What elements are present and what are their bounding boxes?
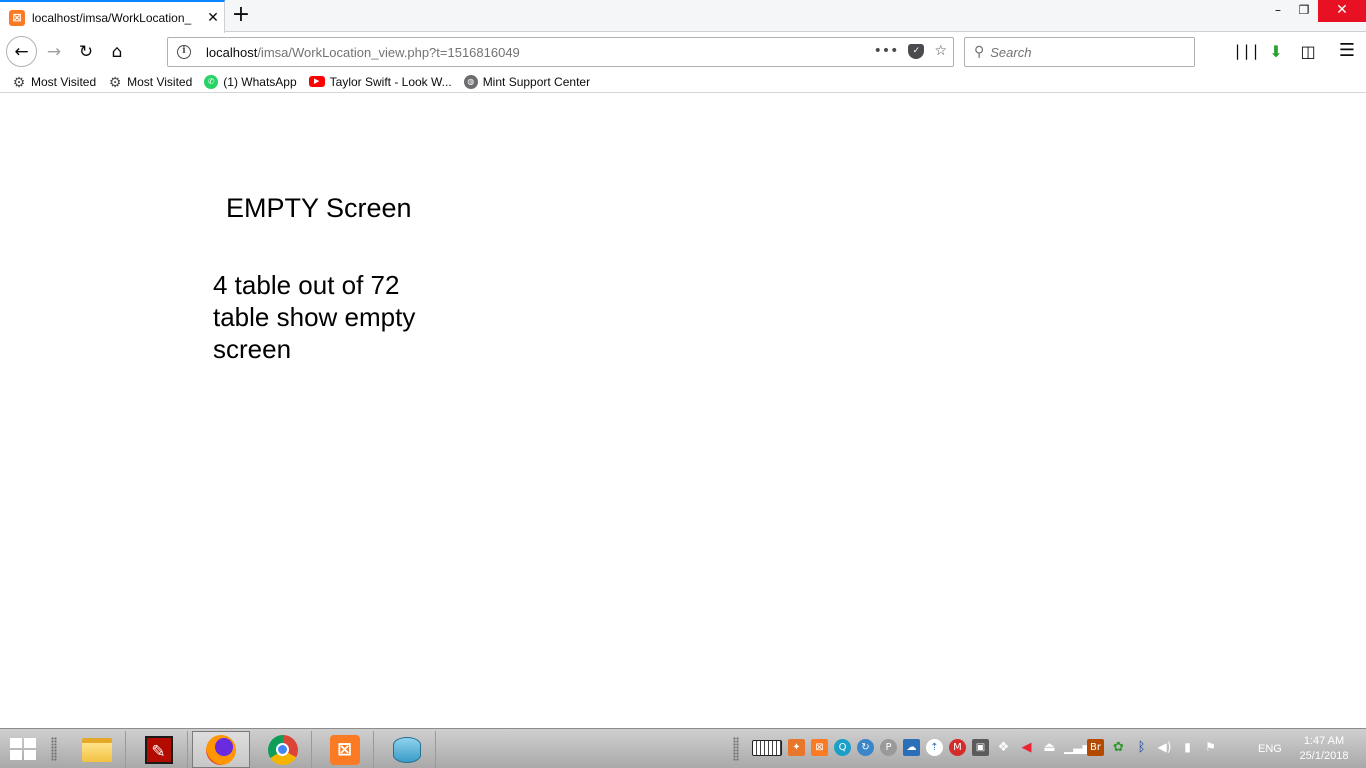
taskbar-app-firefox[interactable] — [192, 731, 250, 768]
taskbar: ✎ ⊠ ✦ ⊠ Q ↻ P ☁ ⇡ M ▣ ❖ ◀ ⏏ ▁▃▅ Br ✿ ᛒ ◀… — [0, 728, 1366, 768]
whatsapp-icon: ✆ — [204, 74, 219, 89]
chrome-icon — [267, 734, 298, 765]
bookmarks-toolbar: ⚙ Most Visited ⚙ Most Visited ✆ (1) What… — [0, 71, 1366, 93]
tray-app-icon[interactable]: ✦ — [788, 739, 805, 756]
sidebar-icon[interactable]: ◫ — [1297, 42, 1319, 61]
home-button[interactable]: ⌂ — [102, 37, 132, 67]
pocket-icon[interactable]: ✓ — [908, 43, 925, 59]
bookmark-label: (1) WhatsApp — [223, 74, 297, 89]
input-language-indicator[interactable]: ENG — [1258, 743, 1282, 755]
windows-logo-pane — [24, 750, 36, 760]
mega-tray-icon[interactable]: M — [949, 739, 966, 756]
usb-tray-icon[interactable]: ⏏ — [1041, 739, 1058, 756]
bookmark-youtube[interactable]: ▶ Taylor Swift - Look W... — [308, 74, 452, 89]
bookmark-whatsapp[interactable]: ✆ (1) WhatsApp — [204, 74, 297, 89]
xampp-tray-icon[interactable]: ⊠ — [811, 739, 828, 756]
bookmark-label: Taylor Swift - Look W... — [329, 74, 452, 89]
onedrive-tray-icon[interactable]: ☁ — [903, 739, 920, 756]
bookmark-most-visited[interactable]: ⚙ Most Visited — [12, 75, 96, 89]
youtube-icon: ▶ — [308, 76, 325, 87]
taskbar-app-file-explorer[interactable] — [68, 731, 126, 768]
browser-tab-active[interactable]: ⊠ localhost/imsa/WorkLocation_ ✕ — [0, 0, 225, 33]
bookmark-label: Most Visited — [127, 74, 193, 89]
taskbar-app-database-tool[interactable] — [378, 731, 436, 768]
xampp-icon: ⊠ — [329, 734, 360, 765]
site-info-icon[interactable]: i — [177, 45, 191, 59]
windows-logo-pane — [24, 738, 36, 748]
taskbar-grip[interactable] — [51, 737, 57, 761]
bookmark-label: Mint Support Center — [482, 74, 591, 89]
volume-muted-tray-icon[interactable]: ◀ — [1018, 739, 1035, 756]
system-clock[interactable]: 1:47 AM 25/1/2018 — [1294, 734, 1354, 764]
search-icon: ⚲ — [974, 44, 985, 60]
search-bar[interactable]: ⚲ — [964, 37, 1195, 67]
speaker-tray-icon[interactable]: ◀) — [1156, 739, 1173, 756]
page-heading: EMPTY Screen — [226, 193, 412, 223]
chrome-center — [276, 743, 289, 756]
url-text[interactable]: localhost/imsa/WorkLocation_view.php?t=1… — [206, 45, 520, 60]
reload-icon: ↻ — [78, 42, 94, 62]
hamburger-menu-icon[interactable]: ☰ — [1336, 40, 1358, 61]
arrow-left-icon: ← — [14, 41, 29, 62]
firefox-icon — [206, 734, 236, 765]
battery-tray-icon[interactable]: ▮ — [1179, 739, 1196, 756]
url-host: localhost — [206, 44, 258, 60]
download-icon[interactable]: ⬇ — [1265, 42, 1287, 61]
new-tab-button[interactable]: + — [229, 4, 253, 28]
windows-logo-pane — [10, 750, 22, 760]
tab-close-icon[interactable]: ✕ — [205, 10, 221, 26]
start-button[interactable] — [10, 738, 38, 760]
home-icon: ⌂ — [111, 42, 123, 62]
page-note: 4 table out of 72 table show empty scree… — [213, 270, 416, 364]
monitor-tray-icon[interactable]: ▣ — [972, 739, 989, 756]
xampp-favicon-icon: ⊠ — [9, 9, 25, 26]
tab-strip: ⊠ localhost/imsa/WorkLocation_ ✕ + – ❐ ✕ — [0, 0, 1366, 33]
search-input[interactable] — [990, 44, 1171, 60]
globe-icon: ◍ — [463, 74, 478, 89]
windows-logo-icon — [10, 738, 22, 748]
dropbox-tray-icon[interactable]: ❖ — [995, 739, 1012, 756]
green-tray-icon[interactable]: ✿ — [1110, 739, 1127, 756]
acrobat-icon: ✎ — [144, 735, 173, 764]
url-path: /imsa/WorkLocation_view.php?t=1516816049 — [257, 44, 520, 60]
keyboard-icon[interactable] — [752, 739, 782, 756]
p-tray-icon[interactable]: P — [880, 739, 897, 756]
database-icon — [392, 736, 421, 763]
sync-tray-icon[interactable]: ↻ — [857, 739, 874, 756]
navigation-toolbar: ← → ↻ ⌂ i localhost/imsa/WorkLocation_vi… — [0, 33, 1366, 71]
folder-icon — [81, 737, 112, 762]
url-bar[interactable]: i localhost/imsa/WorkLocation_view.php?t… — [167, 37, 954, 67]
bluetooth-tray-icon[interactable]: ᛒ — [1133, 739, 1150, 756]
gear-icon: ⚙ — [12, 73, 26, 90]
page-actions-icon[interactable]: ••• — [874, 43, 899, 59]
window-restore-button[interactable]: ❐ — [1289, 0, 1319, 22]
system-tray: ✦ ⊠ Q ↻ P ☁ ⇡ M ▣ ❖ ◀ ⏏ ▁▃▅ Br ✿ ᛒ ◀) ▮ … — [752, 739, 1219, 756]
taskbar-app-acrobat[interactable]: ✎ — [130, 731, 188, 768]
clock-time: 1:47 AM — [1303, 735, 1345, 747]
bookmark-mint-support[interactable]: ◍ Mint Support Center — [463, 74, 591, 89]
clock-date: 25/1/2018 — [1299, 750, 1349, 762]
bookmark-star-icon[interactable]: ☆ — [934, 43, 947, 59]
url-actions: ••• ✓ ☆ — [874, 43, 947, 59]
tab-title: localhost/imsa/WorkLocation_ — [32, 10, 192, 25]
forward-button[interactable]: → — [39, 37, 69, 67]
arrow-right-icon: → — [46, 42, 62, 62]
bookmark-most-visited-2[interactable]: ⚙ Most Visited — [108, 75, 192, 89]
search-tray-icon[interactable]: Q — [834, 739, 851, 756]
library-icon[interactable]: ||| — [1233, 42, 1260, 60]
action-center-flag-icon[interactable]: ⚑ — [1202, 739, 1219, 756]
taskbar-app-chrome[interactable] — [254, 731, 312, 768]
page-content: EMPTY Screen 4 table out of 72 table sho… — [0, 93, 1366, 728]
reload-button[interactable]: ↻ — [71, 37, 101, 67]
gear-icon: ⚙ — [108, 73, 122, 90]
back-button[interactable]: ← — [6, 36, 37, 67]
taskbar-app-xampp[interactable]: ⊠ — [316, 731, 374, 768]
cloud-upload-tray-icon[interactable]: ⇡ — [926, 739, 943, 756]
signal-tray-icon[interactable]: ▁▃▅ — [1064, 739, 1092, 756]
bridge-tray-icon[interactable]: Br — [1087, 739, 1104, 756]
bookmark-label: Most Visited — [31, 74, 97, 89]
taskbar-grip[interactable] — [733, 737, 739, 761]
window-close-button[interactable]: ✕ — [1318, 0, 1366, 22]
